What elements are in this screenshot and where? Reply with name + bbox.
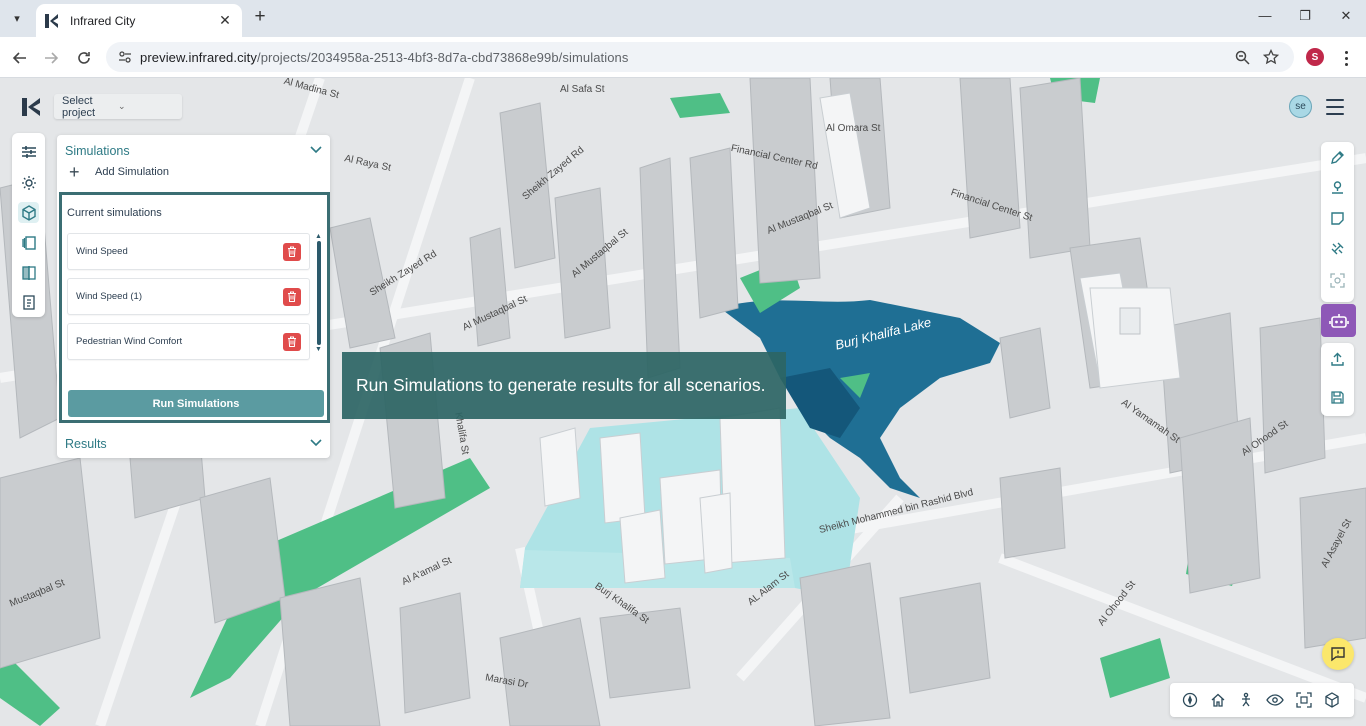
location-icon[interactable] [1327, 177, 1348, 198]
forward-icon[interactable] [40, 47, 62, 69]
scroll-up-icon[interactable]: ▲ [315, 233, 322, 240]
chevron-down-icon: ⌄ [118, 101, 126, 111]
simulation-name: Pedestrian Wind Comfort [76, 336, 183, 347]
simulation-item[interactable]: Wind Speed (1) [67, 278, 310, 315]
url-text: preview.infrared.city/projects/2034958a-… [140, 50, 629, 65]
tab-close-icon[interactable]: ✕ [216, 12, 234, 29]
trash-icon[interactable] [283, 332, 301, 351]
fit-icon[interactable] [1294, 690, 1314, 710]
area-icon[interactable] [1327, 208, 1348, 229]
simulations-header-title: Simulations [65, 144, 130, 158]
upload-icon[interactable] [1327, 349, 1348, 370]
bookmark-star-icon[interactable] [1262, 48, 1280, 66]
save-icon[interactable] [1327, 387, 1348, 408]
site-info-icon[interactable] [116, 48, 134, 66]
chevron-down-icon [310, 145, 322, 157]
url-path: /projects/2034958a-2513-4bf3-8d7a-cbd738… [256, 49, 629, 65]
compare-icon[interactable] [18, 262, 39, 283]
right-tool-rail [1321, 142, 1354, 302]
tab-title: Infrared City [70, 13, 136, 28]
layers-icon[interactable] [18, 232, 39, 253]
user-avatar[interactable]: se [1289, 95, 1312, 118]
street-label: Al Safa St [560, 84, 605, 95]
chevron-down-icon [310, 438, 322, 450]
profile-avatar[interactable]: S [1306, 48, 1324, 66]
url-field[interactable]: preview.infrared.city/projects/2034958a-… [106, 42, 1294, 72]
trash-icon[interactable] [283, 287, 301, 306]
satellite-icon[interactable] [1327, 238, 1348, 259]
minimize-icon[interactable]: — [1250, 8, 1280, 28]
current-simulations-box: Current simulations Wind Speed Wind Spee… [59, 192, 330, 423]
street-label: Al Omara St [826, 123, 881, 134]
3d-cube-icon[interactable] [1322, 690, 1342, 710]
restore-icon[interactable]: ❐ [1290, 8, 1320, 28]
browser-menu-icon[interactable] [1340, 47, 1352, 69]
browser-tab[interactable]: Infrared City ✕ [36, 4, 242, 37]
zoom-icon[interactable] [1233, 48, 1251, 66]
plus-icon: + [69, 162, 80, 182]
utility-rail [1321, 343, 1354, 416]
trash-icon[interactable] [283, 242, 301, 261]
address-bar: preview.infrared.city/projects/2034958a-… [0, 37, 1366, 78]
results-header-title: Results [65, 437, 107, 451]
simulation-name: Wind Speed [76, 246, 128, 257]
cube-icon[interactable] [18, 202, 39, 223]
results-header[interactable]: Results [65, 435, 322, 453]
scroll-down-icon[interactable]: ▼ [315, 346, 322, 353]
ai-assistant-icon[interactable] [1321, 304, 1356, 337]
scrollbar[interactable] [317, 241, 321, 345]
home-icon[interactable] [1208, 690, 1228, 710]
run-simulations-button[interactable]: Run Simulations [68, 390, 324, 417]
simulation-item[interactable]: Pedestrian Wind Comfort [67, 323, 310, 360]
current-simulations-title: Current simulations [67, 207, 162, 219]
infrared-favicon-icon [45, 13, 58, 28]
tab-search-icon[interactable]: ▾ [6, 8, 28, 28]
project-select-value: Select project [62, 94, 96, 119]
url-host: preview.infrared.city [140, 49, 257, 65]
add-simulation-label: Add Simulation [95, 166, 169, 178]
infrared-logo-icon[interactable] [21, 97, 41, 117]
hamburger-menu-icon[interactable] [1326, 99, 1344, 115]
simulations-header[interactable]: Simulations [65, 141, 322, 161]
simulations-panel: Simulations + Add Simulation Current sim… [57, 135, 330, 458]
back-icon[interactable] [9, 47, 31, 69]
left-tool-rail [12, 133, 45, 317]
pencil-icon[interactable] [1327, 147, 1348, 168]
scan-icon[interactable] [1327, 270, 1348, 291]
clipboard-icon[interactable] [18, 291, 39, 312]
feedback-icon[interactable] [1322, 638, 1354, 670]
browser-tab-bar: ▾ Infrared City ✕ + — ❐ ✕ [0, 0, 1366, 37]
simulation-item[interactable]: Wind Speed [67, 233, 310, 270]
simulation-name: Wind Speed (1) [76, 291, 143, 302]
reload-icon[interactable] [73, 47, 95, 69]
project-select[interactable]: Select project ⌄ [54, 94, 182, 119]
new-tab-icon[interactable]: + [250, 7, 270, 28]
sliders-icon[interactable] [18, 141, 39, 162]
sun-icon[interactable] [18, 172, 39, 193]
run-simulations-tooltip: Run Simulations to generate results for … [342, 352, 786, 419]
map-controls-bar [1170, 683, 1354, 717]
eye-icon[interactable] [1265, 690, 1285, 710]
window-close-icon[interactable]: ✕ [1331, 8, 1361, 28]
add-simulation-button[interactable]: + Add Simulation [69, 162, 169, 182]
person-icon[interactable] [1236, 690, 1256, 710]
compass-icon[interactable] [1180, 690, 1200, 710]
